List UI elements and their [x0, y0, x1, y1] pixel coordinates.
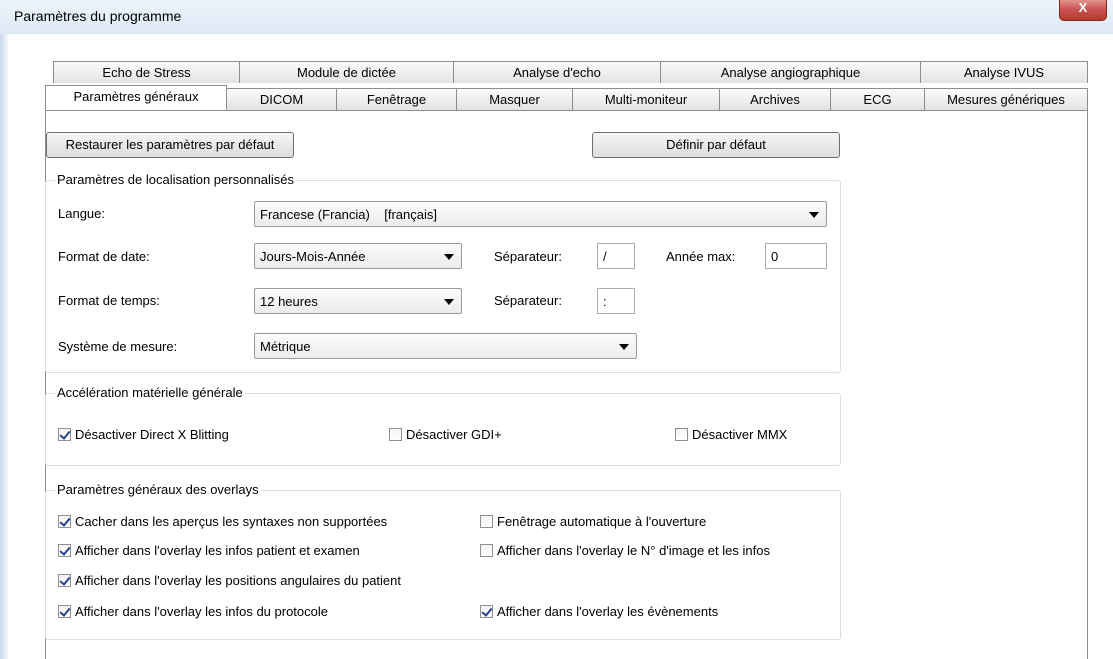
tab-parametres-generaux[interactable]: Paramètres généraux: [45, 85, 227, 110]
checkbox-label: Désactiver GDI+: [406, 427, 502, 442]
tab-dicom[interactable]: DICOM: [226, 88, 337, 110]
checkbox-box: [480, 544, 493, 557]
chevron-down-icon: [444, 299, 454, 305]
tab-multi-moniteur[interactable]: Multi-moniteur: [572, 88, 720, 110]
tab-label: Mesures génériques: [947, 92, 1065, 107]
tab-label: Paramètres généraux: [73, 89, 199, 104]
measure-system-label: Système de mesure:: [58, 339, 178, 354]
localisation-group-title: Paramètres de localisation personnalisés: [55, 172, 297, 187]
tab-label: Analyse IVUS: [963, 65, 1045, 80]
date-format-select[interactable]: Jours-Mois-Année: [254, 243, 462, 269]
restore-defaults-button[interactable]: Restaurer les paramètres par défaut: [46, 132, 294, 158]
checkbox-box: [58, 428, 71, 441]
measure-system-value: Métrique: [260, 339, 311, 354]
tab-fenetrage[interactable]: Fenêtrage: [336, 88, 457, 110]
time-separator-field[interactable]: :: [597, 288, 635, 314]
checkbox-box: [480, 515, 493, 528]
tab-label: Analyse d'echo: [513, 65, 601, 80]
chevron-down-icon: [809, 212, 819, 218]
tab-label: Masquer: [489, 92, 540, 107]
checkbox-label: Désactiver MMX: [692, 427, 788, 442]
checkbox-label: Afficher dans l'overlay les positions an…: [75, 573, 401, 588]
tab-module-de-dictee[interactable]: Module de dictée: [239, 61, 454, 83]
date-separator-field[interactable]: /: [597, 243, 635, 269]
chevron-down-icon: [619, 344, 629, 350]
tab-label: Echo de Stress: [102, 65, 191, 80]
year-max-label: Année max:: [666, 249, 736, 264]
checkbox-label: Afficher dans l'overlay les infos du pro…: [75, 604, 328, 619]
checkbox-box: [675, 428, 688, 441]
tab-label: Multi-moniteur: [604, 92, 688, 107]
language-value: Francese (Francia) [français]: [260, 207, 437, 222]
tab-label: Fenêtrage: [366, 92, 427, 107]
tab-analyse-ivus[interactable]: Analyse IVUS: [920, 61, 1088, 83]
date-separator-label: Séparateur:: [494, 249, 562, 264]
date-separator-value: /: [603, 249, 607, 264]
tab-label: DICOM: [259, 92, 304, 107]
tab-archives[interactable]: Archives: [719, 88, 831, 110]
checkbox-label: Afficher dans l'overlay les infos patien…: [75, 543, 360, 558]
date-format-value: Jours-Mois-Année: [260, 249, 366, 264]
checkbox-label: Fenêtrage automatique à l'ouverture: [497, 514, 707, 529]
tab-label: Module de dictée: [296, 65, 396, 80]
time-separator-value: :: [603, 294, 607, 309]
tab-masquer[interactable]: Masquer: [456, 88, 573, 110]
checkbox-box: [58, 574, 71, 587]
time-format-select[interactable]: 12 heures: [254, 288, 462, 314]
year-max-field[interactable]: 0: [765, 243, 827, 269]
year-max-value: 0: [771, 249, 779, 264]
close-icon: X: [1078, 0, 1088, 15]
time-format-label: Format de temps:: [58, 293, 160, 308]
close-button[interactable]: X: [1059, 0, 1107, 21]
tab-analyse-angiographique[interactable]: Analyse angiographique: [660, 61, 921, 83]
set-default-label: Définir par défaut: [666, 137, 766, 152]
checkbox-box: [58, 515, 71, 528]
restore-defaults-label: Restaurer les paramètres par défaut: [65, 137, 275, 152]
tab-echo-de-stress[interactable]: Echo de Stress: [53, 61, 240, 83]
checkbox-box: [480, 605, 493, 618]
tab-ecg[interactable]: ECG: [830, 88, 925, 110]
language-select[interactable]: Francese (Francia) [français]: [254, 201, 827, 227]
window-frame-edge: [0, 34, 8, 659]
checkbox-box: [58, 544, 71, 557]
chevron-down-icon: [444, 254, 454, 260]
set-default-button[interactable]: Définir par défaut: [592, 132, 840, 158]
checkbox-label: Afficher dans l'overlay le N° d'image et…: [497, 543, 770, 558]
tab-label: Analyse angiographique: [720, 65, 861, 80]
checkbox-box: [389, 428, 402, 441]
window-title: Paramètres du programme: [14, 8, 182, 24]
checkbox-box: [58, 605, 71, 618]
tab-label: ECG: [863, 92, 892, 107]
dialog-content: Echo de Stress Module de dictée Analyse …: [8, 34, 1113, 659]
checkbox-label: Afficher dans l'overlay les évènements: [497, 604, 719, 619]
tab-analyse-echo[interactable]: Analyse d'echo: [453, 61, 661, 83]
time-separator-label: Séparateur:: [494, 293, 562, 308]
tab-mesures-generiques[interactable]: Mesures génériques: [924, 88, 1088, 110]
checkbox-label: Désactiver Direct X Blitting: [75, 427, 229, 442]
time-format-value: 12 heures: [260, 294, 318, 309]
measure-system-select[interactable]: Métrique: [254, 333, 637, 359]
title-bar: Paramètres du programme X: [0, 0, 1113, 35]
acceleration-group-title: Accélération matérielle générale: [55, 385, 245, 400]
tab-label: Archives: [750, 92, 800, 107]
language-label: Langue:: [58, 206, 105, 221]
overlays-group-title: Paramètres généraux des overlays: [55, 482, 261, 497]
date-format-label: Format de date:: [58, 249, 150, 264]
checkbox-label: Cacher dans les aperçus les syntaxes non…: [75, 514, 388, 529]
